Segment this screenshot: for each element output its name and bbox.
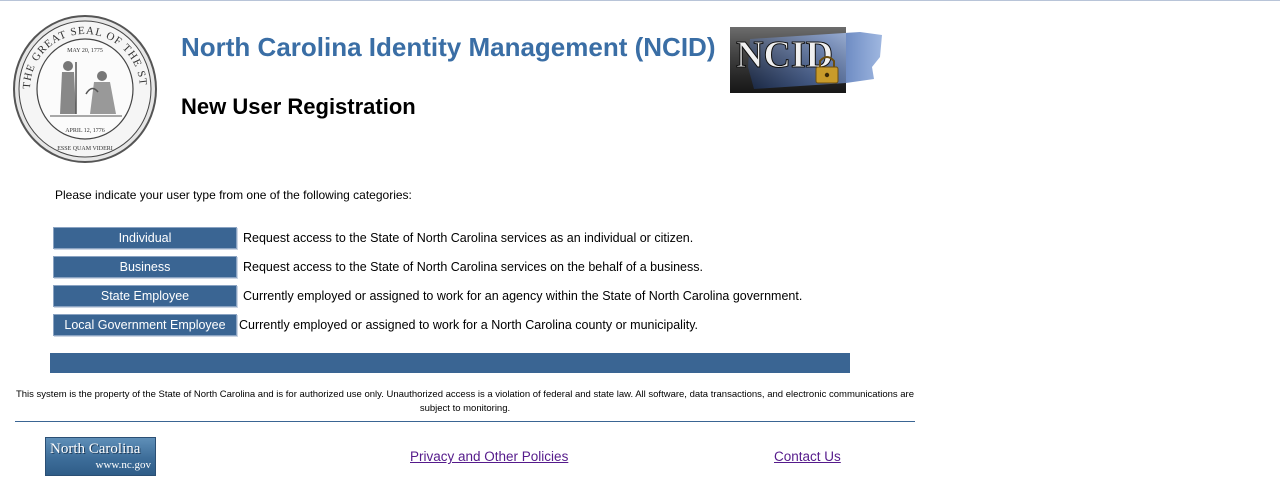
business-button[interactable]: Business (53, 256, 237, 278)
top-border (0, 0, 1280, 1)
nc-state-seal-icon: THE GREAT SEAL OF THE STATE OF NORTH CAR… (12, 14, 157, 163)
footer-divider (15, 421, 915, 422)
user-type-row-state-employee: State Employee Currently employed or ass… (53, 285, 802, 307)
user-type-row-business: Business Request access to the State of … (53, 256, 703, 278)
individual-button[interactable]: Individual (53, 227, 237, 249)
local-government-employee-button[interactable]: Local Government Employee (53, 314, 237, 336)
local-government-employee-description: Currently employed or assigned to work f… (239, 318, 698, 332)
privacy-policies-link[interactable]: Privacy and Other Policies (410, 449, 568, 464)
nc-logo-line1: North Carolina (50, 441, 141, 457)
user-type-row-local-government: Local Government Employee Currently empl… (53, 314, 698, 336)
section-divider-bar (50, 353, 850, 373)
page-subtitle: New User Registration (181, 94, 416, 119)
page-title: North Carolina Identity Management (NCID… (181, 32, 716, 62)
nc-gov-logo-link[interactable]: North Carolina www.nc.gov (45, 437, 156, 476)
individual-description: Request access to the State of North Car… (243, 231, 694, 245)
contact-us-link[interactable]: Contact Us (774, 449, 841, 464)
state-employee-description: Currently employed or assigned to work f… (243, 289, 803, 303)
nc-logo-line2: www.nc.gov (95, 459, 152, 471)
seal-motto: ESSE QUAM VIDERI (57, 146, 113, 152)
user-type-prompt: Please indicate your user type from one … (55, 188, 412, 202)
seal-date-bottom: APRIL 12, 1776 (65, 128, 105, 134)
seal-date-top: MAY 20, 1775 (67, 48, 103, 54)
legal-disclaimer: This system is the property of the State… (15, 389, 915, 414)
business-description: Request access to the State of North Car… (243, 260, 703, 274)
state-employee-button[interactable]: State Employee (53, 285, 237, 307)
user-type-row-individual: Individual Request access to the State o… (53, 227, 693, 249)
ncid-logo-icon: NCID (730, 27, 882, 93)
